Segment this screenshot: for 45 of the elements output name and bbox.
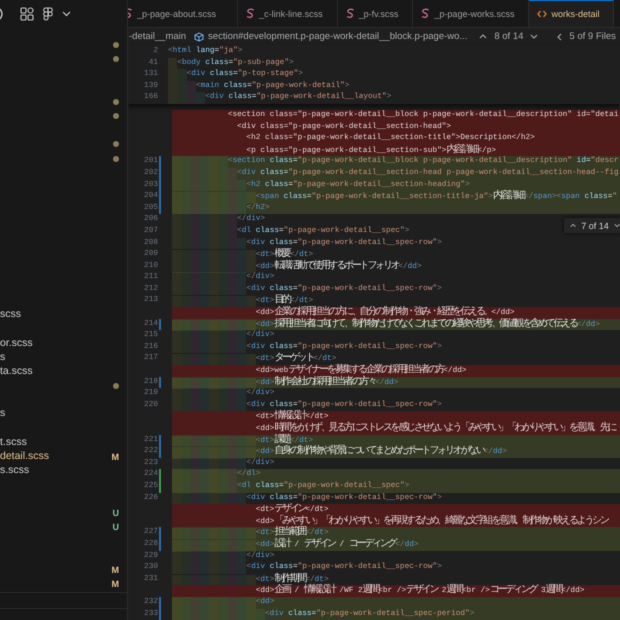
file-name[interactable]: detail.scss xyxy=(0,450,50,464)
breadcrumb-item[interactable]: section#development.p-page-work-detail__block.p-page-wo... xyxy=(208,31,468,42)
file-name[interactable]: s xyxy=(0,350,6,364)
arc-icon[interactable] xyxy=(0,8,5,20)
change-dot xyxy=(113,98,119,105)
editor-tab[interactable]: _p-page-about.scss xyxy=(128,0,238,27)
extensions-icon[interactable] xyxy=(20,6,34,20)
change-dot xyxy=(113,141,119,148)
file-name[interactable]: s xyxy=(0,407,6,420)
swirl-icon xyxy=(421,8,430,19)
chevron-up-icon[interactable] xyxy=(479,34,488,39)
figma-icon[interactable] xyxy=(43,6,53,20)
file-name[interactable]: scss xyxy=(0,308,21,322)
change-dot xyxy=(113,42,119,48)
code-icon xyxy=(537,10,548,18)
change-counter: 8 of 14 xyxy=(494,31,524,42)
change-dot xyxy=(113,56,119,62)
file-name[interactable]: t.scss xyxy=(0,436,27,449)
file-name[interactable]: or.scss xyxy=(0,336,33,350)
change-marker xyxy=(159,318,161,330)
file-counter: 5 of 9 Files xyxy=(569,31,616,42)
editor-tab[interactable]: works-detail xyxy=(529,0,614,27)
editor-tab[interactable]: _c-link-line.scss xyxy=(238,0,338,27)
change-marker xyxy=(159,376,161,388)
editor-tab[interactable]: _p-fv.scss xyxy=(338,0,414,27)
change-dot xyxy=(113,382,119,389)
change-dot xyxy=(113,156,119,162)
file-name[interactable]: s.scss xyxy=(0,464,30,478)
chevron-down-icon[interactable] xyxy=(614,223,620,228)
change-dot xyxy=(113,113,119,120)
chevron-up-icon[interactable] xyxy=(570,223,576,228)
git-status-letter: M xyxy=(112,450,119,463)
swirl-icon xyxy=(246,8,256,19)
chevron-left-icon[interactable] xyxy=(557,32,562,40)
cube-icon xyxy=(194,32,204,42)
file-name[interactable]: ta.scss xyxy=(0,364,33,378)
chevron-down-icon[interactable] xyxy=(62,10,71,16)
match-counter: 7 of 14 xyxy=(581,220,609,230)
git-status-letter: U xyxy=(112,521,119,534)
git-status-letter: U xyxy=(112,507,119,520)
swirl-icon xyxy=(346,8,355,19)
git-status-letter: M xyxy=(112,564,119,576)
breadcrumb-item[interactable]: -detail__main xyxy=(129,31,186,42)
chevron-down-icon[interactable] xyxy=(530,34,538,39)
git-status-letter: M xyxy=(112,578,119,590)
